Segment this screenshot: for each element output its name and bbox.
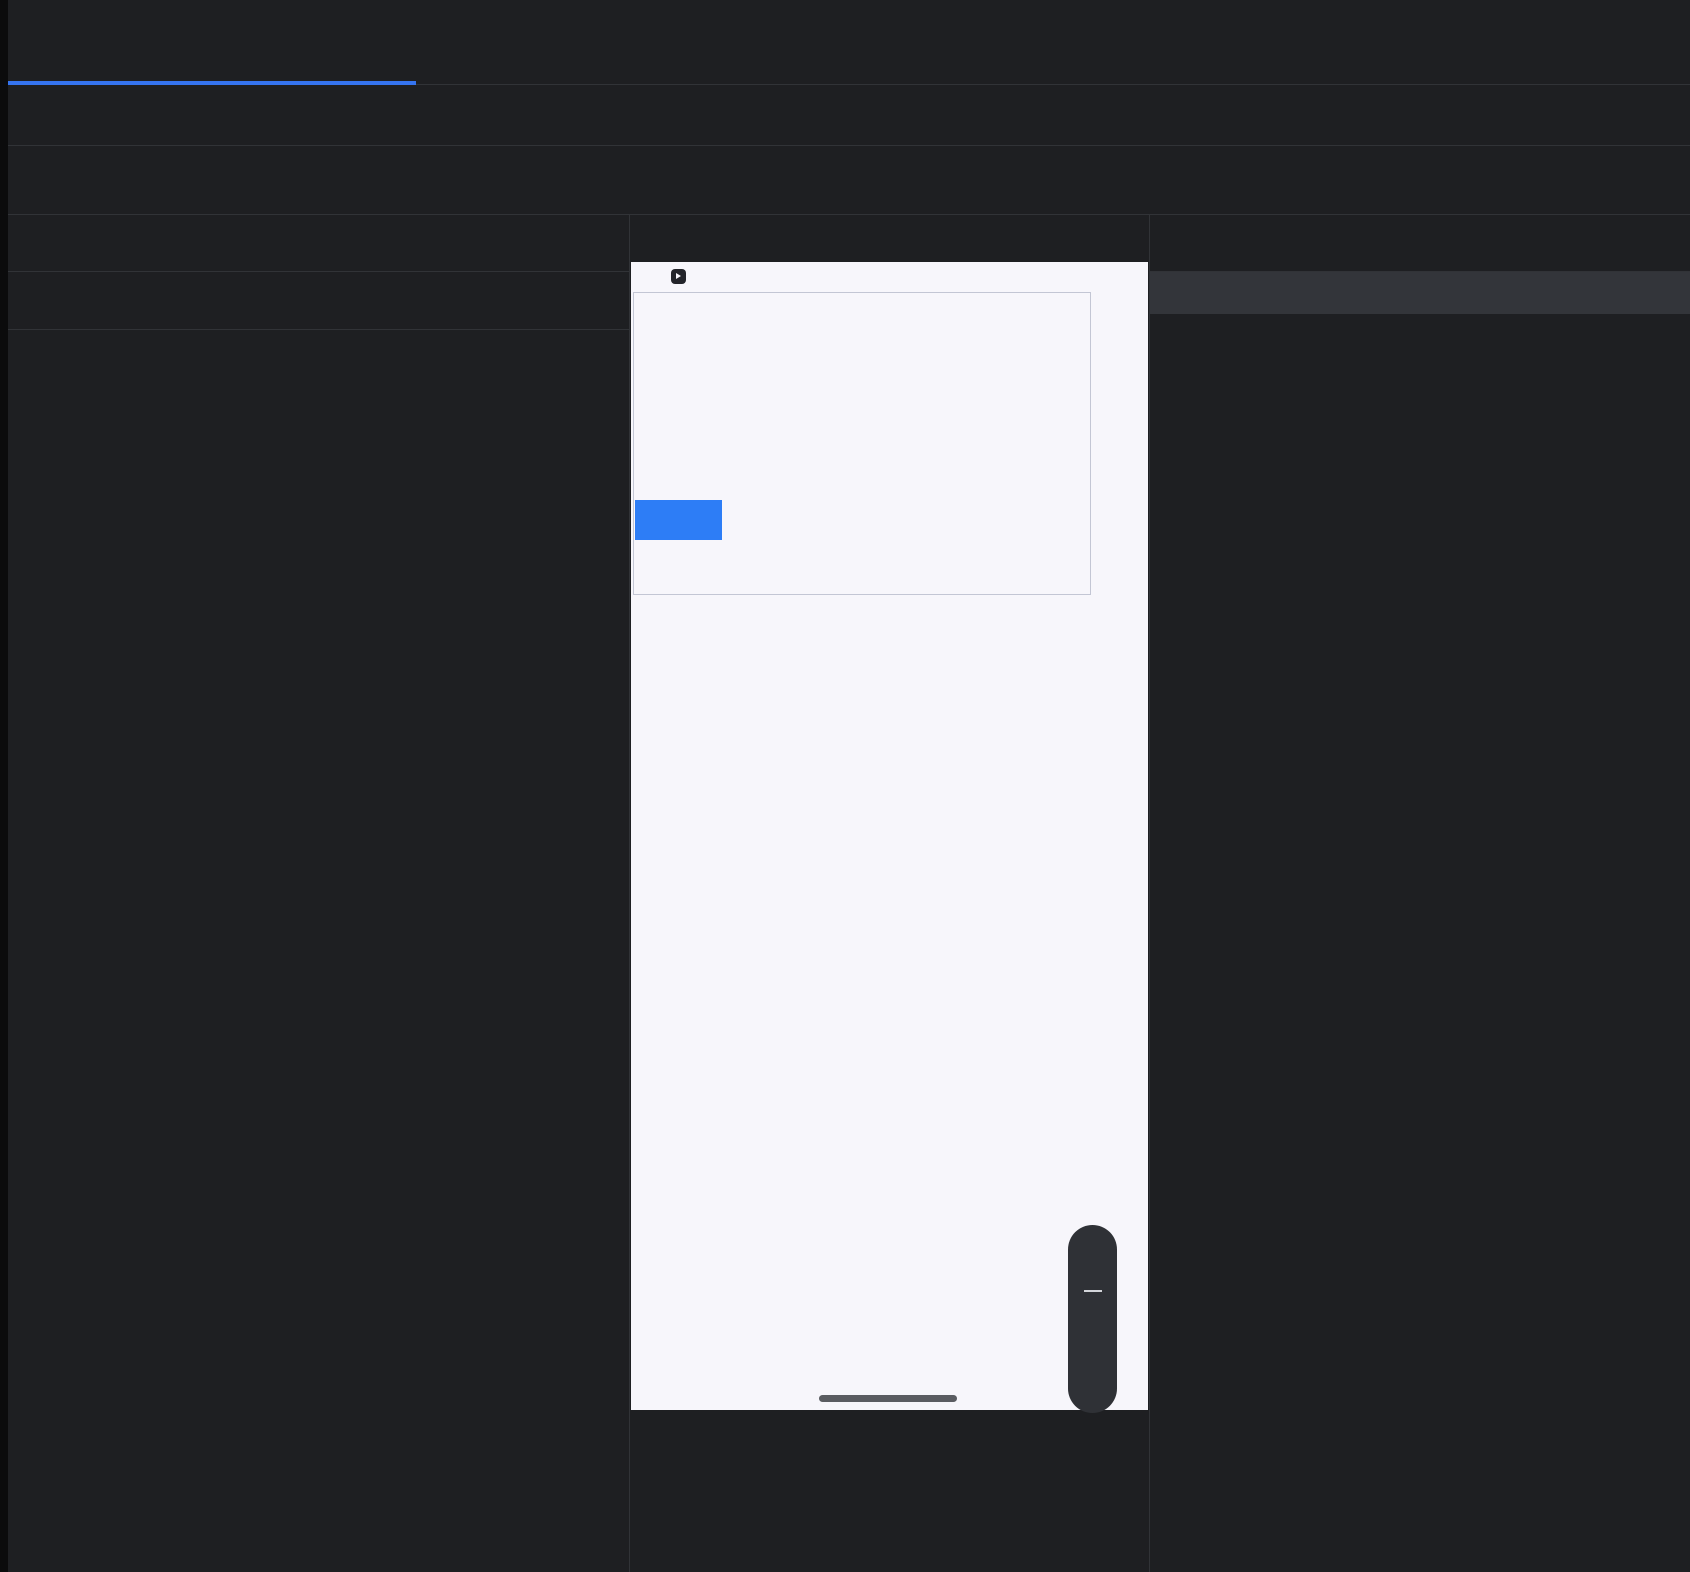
selection-tooltip <box>635 500 722 540</box>
count-column-icons <box>428 272 629 329</box>
zoom-controls <box>1068 1225 1117 1413</box>
device-preview-panel <box>630 215 1150 1572</box>
component-tree-panel <box>8 215 630 1572</box>
device-toolbar <box>8 85 1690 146</box>
running-device-icon <box>38 23 70 61</box>
layout-inspector-header <box>8 146 1690 215</box>
zoom-out-button[interactable] <box>1084 1290 1102 1292</box>
component-tree-rows <box>8 330 629 1572</box>
close-tab-icon[interactable] <box>98 27 128 57</box>
selected-component-bar[interactable] <box>1150 272 1690 314</box>
app-root <box>0 0 1690 1572</box>
tab-bar <box>8 0 1690 85</box>
attributes-panel <box>1150 215 1690 1572</box>
device-status-bar <box>631 262 1148 291</box>
minus-icon <box>1084 1290 1102 1292</box>
search-icon[interactable] <box>1523 224 1561 262</box>
gesture-navigation-bar[interactable] <box>819 1395 957 1402</box>
main-content <box>8 215 1690 1572</box>
notification-app-icon <box>671 269 686 284</box>
component-tree-header <box>8 215 629 272</box>
layout-bounds-container <box>633 292 1091 595</box>
tab-running-device[interactable] <box>8 0 146 84</box>
recomposition-counts-bar <box>8 272 629 330</box>
attributes-list <box>1150 314 1690 1572</box>
layout-inspector-window <box>8 0 1690 1572</box>
attributes-header <box>1150 215 1690 272</box>
new-tab-icon[interactable] <box>156 23 194 61</box>
